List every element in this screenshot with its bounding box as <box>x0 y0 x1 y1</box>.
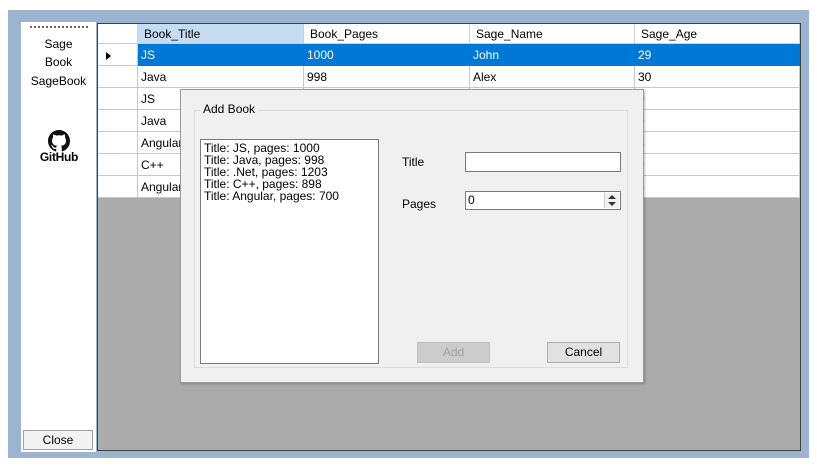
spin-down-icon[interactable] <box>608 202 616 206</box>
grid-header: Book_Title Book_Pages Sage_Name Sage_Age <box>98 24 800 44</box>
cell-sage-age[interactable]: 9 <box>635 110 800 132</box>
cell-book-title[interactable]: JS <box>138 44 304 66</box>
cell-sage-age[interactable]: 0 <box>635 88 800 110</box>
column-header-book-pages[interactable]: Book_Pages <box>304 24 470 44</box>
row-header[interactable] <box>98 110 138 132</box>
title-label: Title <box>402 155 425 169</box>
cell-book-pages[interactable]: 1000 <box>304 44 470 66</box>
spin-up-icon[interactable] <box>608 195 616 199</box>
cell-sage-age[interactable]: 3 <box>635 176 800 198</box>
row-header[interactable] <box>98 132 138 154</box>
spin-buttons[interactable] <box>604 193 619 208</box>
table-row[interactable]: JS 1000 John 29 <box>138 44 800 66</box>
cell-book-pages[interactable]: 998 <box>304 66 470 88</box>
groupbox-title: Add Book <box>200 102 259 116</box>
row-header[interactable] <box>98 88 138 110</box>
sidebar-item-sage[interactable]: Sage <box>21 37 96 51</box>
pages-value: 0 <box>468 193 475 207</box>
column-header-sage-name[interactable]: Sage_Name <box>470 24 635 44</box>
pages-stepper[interactable]: 0 <box>465 191 621 210</box>
pages-label: Pages <box>402 197 437 211</box>
row-header[interactable] <box>98 154 138 176</box>
cell-book-title[interactable]: Java <box>138 66 304 88</box>
cell-sage-name[interactable]: John <box>470 44 635 66</box>
add-button[interactable]: Add <box>417 342 490 363</box>
cell-sage-age[interactable]: 30 <box>635 66 800 88</box>
row-header[interactable] <box>98 44 138 66</box>
grid-corner[interactable] <box>98 24 138 44</box>
table-row[interactable]: Java 998 Alex 30 <box>138 66 800 88</box>
current-row-arrow-icon <box>106 52 111 60</box>
github-link[interactable]: GitHub <box>36 130 82 164</box>
row-header[interactable] <box>98 176 138 198</box>
github-label: GitHub <box>39 150 79 164</box>
cell-sage-name[interactable]: Alex <box>470 66 635 88</box>
column-header-sage-age[interactable]: Sage_Age <box>635 24 800 44</box>
cancel-button[interactable]: Cancel <box>547 342 620 363</box>
sidebar-item-sagebook[interactable]: SageBook <box>21 74 96 88</box>
row-header[interactable] <box>98 66 138 88</box>
title-input[interactable] <box>465 152 621 172</box>
books-listbox[interactable]: Title: JS, pages: 1000 Title: Java, pages… <box>200 139 379 364</box>
column-header-book-title[interactable]: Book_Title <box>138 24 304 44</box>
cell-sage-age[interactable]: 9 <box>635 154 800 176</box>
cell-sage-age[interactable]: 6 <box>635 132 800 154</box>
github-icon <box>48 130 70 152</box>
cell-sage-age[interactable]: 29 <box>635 44 800 66</box>
sidebar-item-book[interactable]: Book <box>21 55 96 69</box>
list-item[interactable]: Title: Angular, pages: 700 <box>204 190 375 202</box>
close-button[interactable]: Close <box>23 430 93 450</box>
sidebar-grip <box>30 26 88 28</box>
